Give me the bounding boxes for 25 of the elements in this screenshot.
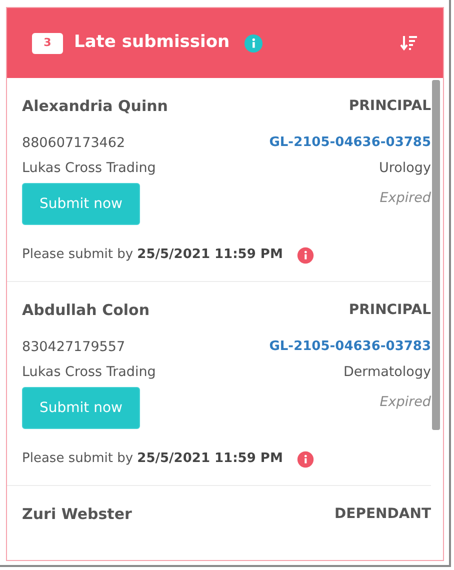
header-title: Late submission <box>74 31 230 54</box>
role-label: PRINCIPAL <box>348 300 431 320</box>
sort-icon[interactable] <box>400 34 418 52</box>
info-icon[interactable] <box>244 34 263 52</box>
status-label: Expired <box>380 393 431 412</box>
deadline-text: Please submit by 25/5/2021 11:59 PM <box>22 450 283 468</box>
status-label: Expired <box>380 189 431 208</box>
person-name: Abdullah Colon <box>22 300 150 321</box>
count-badge: 3 <box>32 32 63 54</box>
id-number: 830427179557 <box>22 338 126 357</box>
id-number: 880607173462 <box>22 134 126 153</box>
reference-link[interactable]: GL-2105-04636-03783 <box>269 337 431 357</box>
reference-link[interactable]: GL-2105-04636-03785 <box>269 133 431 153</box>
person-name: Zuri Webster <box>22 504 132 525</box>
company-name: Lukas Cross Trading <box>22 362 156 382</box>
person-name: Alexandria Quinn <box>22 96 168 117</box>
role-label: DEPENDANT <box>334 504 431 524</box>
department-label: Urology <box>379 158 431 178</box>
department-label: Dermatology <box>343 362 431 382</box>
role-label: PRINCIPAL <box>348 96 431 116</box>
company-name: Lukas Cross Trading <box>22 158 156 178</box>
scrollbar-thumb[interactable] <box>432 80 440 430</box>
info-icon[interactable] <box>296 450 314 468</box>
info-icon[interactable] <box>296 246 314 264</box>
deadline-text: Please submit by 25/5/2021 11:59 PM <box>22 246 283 264</box>
